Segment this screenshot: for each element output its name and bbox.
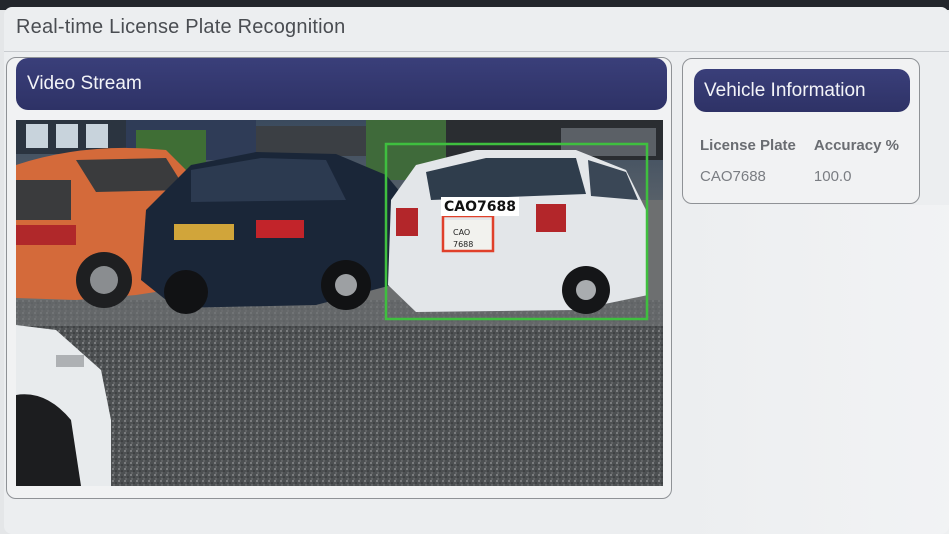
video-stream-header: Video Stream: [16, 58, 667, 110]
vehicle-info-title: Vehicle Information: [704, 79, 866, 101]
video-stream-frame: CAO 7688 CAO7688: [16, 120, 663, 486]
video-stream-title: Video Stream: [27, 73, 142, 94]
title-divider: [4, 51, 949, 52]
table-header-row: License Plate Accuracy %: [700, 137, 899, 168]
camera-feed-image: CAO 7688 CAO7688: [16, 120, 663, 486]
cell-accuracy: 100.0: [813, 168, 852, 185]
svg-text:CAO: CAO: [453, 228, 470, 237]
table-row: CAO7688 100.0: [700, 168, 899, 185]
column-header-accuracy: Accuracy %: [813, 137, 899, 154]
empty-area: [672, 205, 949, 534]
column-header-license-plate: License Plate: [700, 137, 796, 154]
plate-label-text: CAO7688: [444, 199, 516, 215]
app-title: Real-time License Plate Recognition: [16, 16, 346, 38]
vehicle-info-table: License Plate Accuracy % CAO7688 100.0: [700, 137, 899, 185]
vehicle-info-header: Vehicle Information: [694, 69, 910, 112]
cell-license-plate: CAO7688: [700, 168, 766, 185]
svg-text:7688: 7688: [453, 240, 473, 249]
